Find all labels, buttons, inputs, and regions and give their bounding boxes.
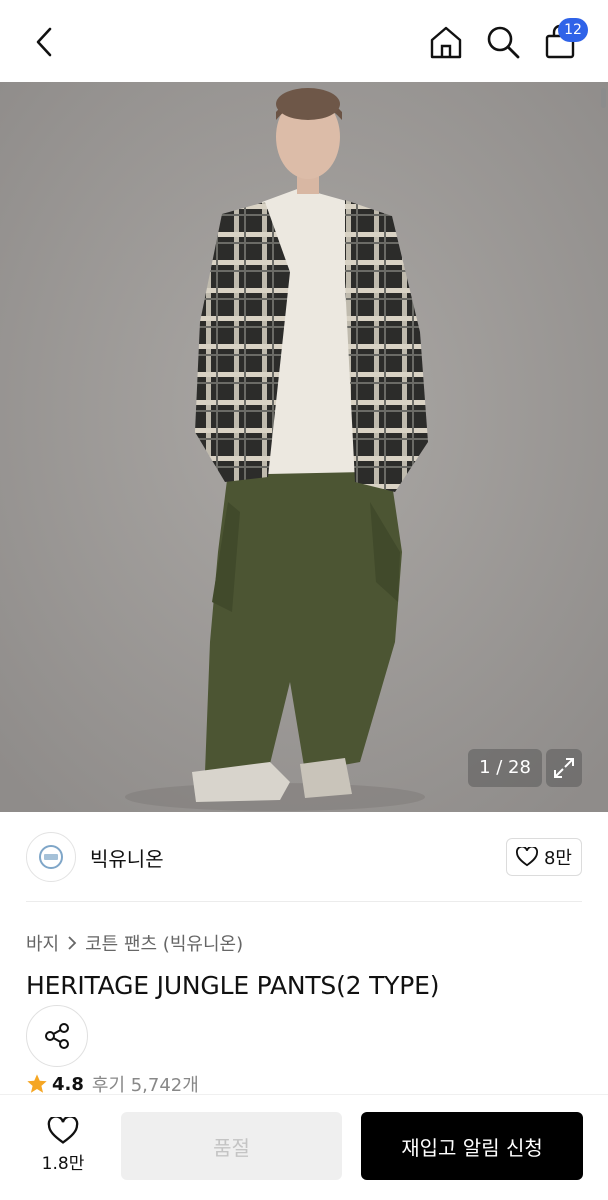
soldout-button[interactable]: 품절 bbox=[121, 1112, 342, 1180]
brand-logo-mark bbox=[39, 845, 63, 869]
model-photo bbox=[0, 82, 608, 812]
brand-logo[interactable] bbox=[26, 832, 76, 882]
brand-name[interactable]: 빅유니온 bbox=[90, 843, 164, 872]
image-counter: 1 / 28 bbox=[468, 749, 542, 787]
like-count: 1.8만 bbox=[41, 1153, 85, 1174]
brand-like-count: 8만 bbox=[543, 848, 572, 869]
divider bbox=[26, 901, 582, 902]
chevron-left-icon bbox=[36, 27, 52, 57]
product-image[interactable] bbox=[0, 82, 608, 812]
heart-icon bbox=[515, 847, 538, 867]
top-app-bar: 12 bbox=[0, 0, 608, 82]
rating-value: 4.8 bbox=[52, 1073, 84, 1095]
share-button[interactable] bbox=[26, 1005, 88, 1067]
star-icon bbox=[27, 1074, 47, 1093]
expand-icon bbox=[554, 758, 574, 778]
breadcrumb-subcategory[interactable]: 코튼 팬츠 (빅유니온) bbox=[85, 930, 243, 956]
scrollbar[interactable] bbox=[601, 88, 606, 108]
restock-alert-button[interactable]: 재입고 알림 신청 bbox=[361, 1112, 583, 1180]
like-button[interactable]: 1.8만 bbox=[26, 1112, 100, 1178]
home-icon bbox=[430, 26, 462, 59]
product-title: HERITAGE JUNGLE PANTS(2 TYPE) bbox=[26, 971, 440, 1000]
cart-button[interactable]: 12 bbox=[540, 18, 588, 62]
brand-like-button[interactable]: 8만 bbox=[506, 838, 582, 876]
home-button[interactable] bbox=[426, 22, 466, 62]
chevron-right-icon bbox=[68, 936, 77, 950]
heart-icon bbox=[47, 1116, 79, 1144]
breadcrumb: 바지 코튼 팬츠 (빅유니온) bbox=[26, 930, 243, 956]
search-icon bbox=[487, 26, 520, 59]
breadcrumb-category[interactable]: 바지 bbox=[26, 930, 59, 956]
cart-count-badge: 12 bbox=[558, 18, 588, 42]
share-icon bbox=[45, 1023, 69, 1049]
search-button[interactable] bbox=[483, 22, 523, 62]
expand-image-button[interactable] bbox=[546, 749, 582, 787]
back-button[interactable] bbox=[24, 22, 64, 62]
